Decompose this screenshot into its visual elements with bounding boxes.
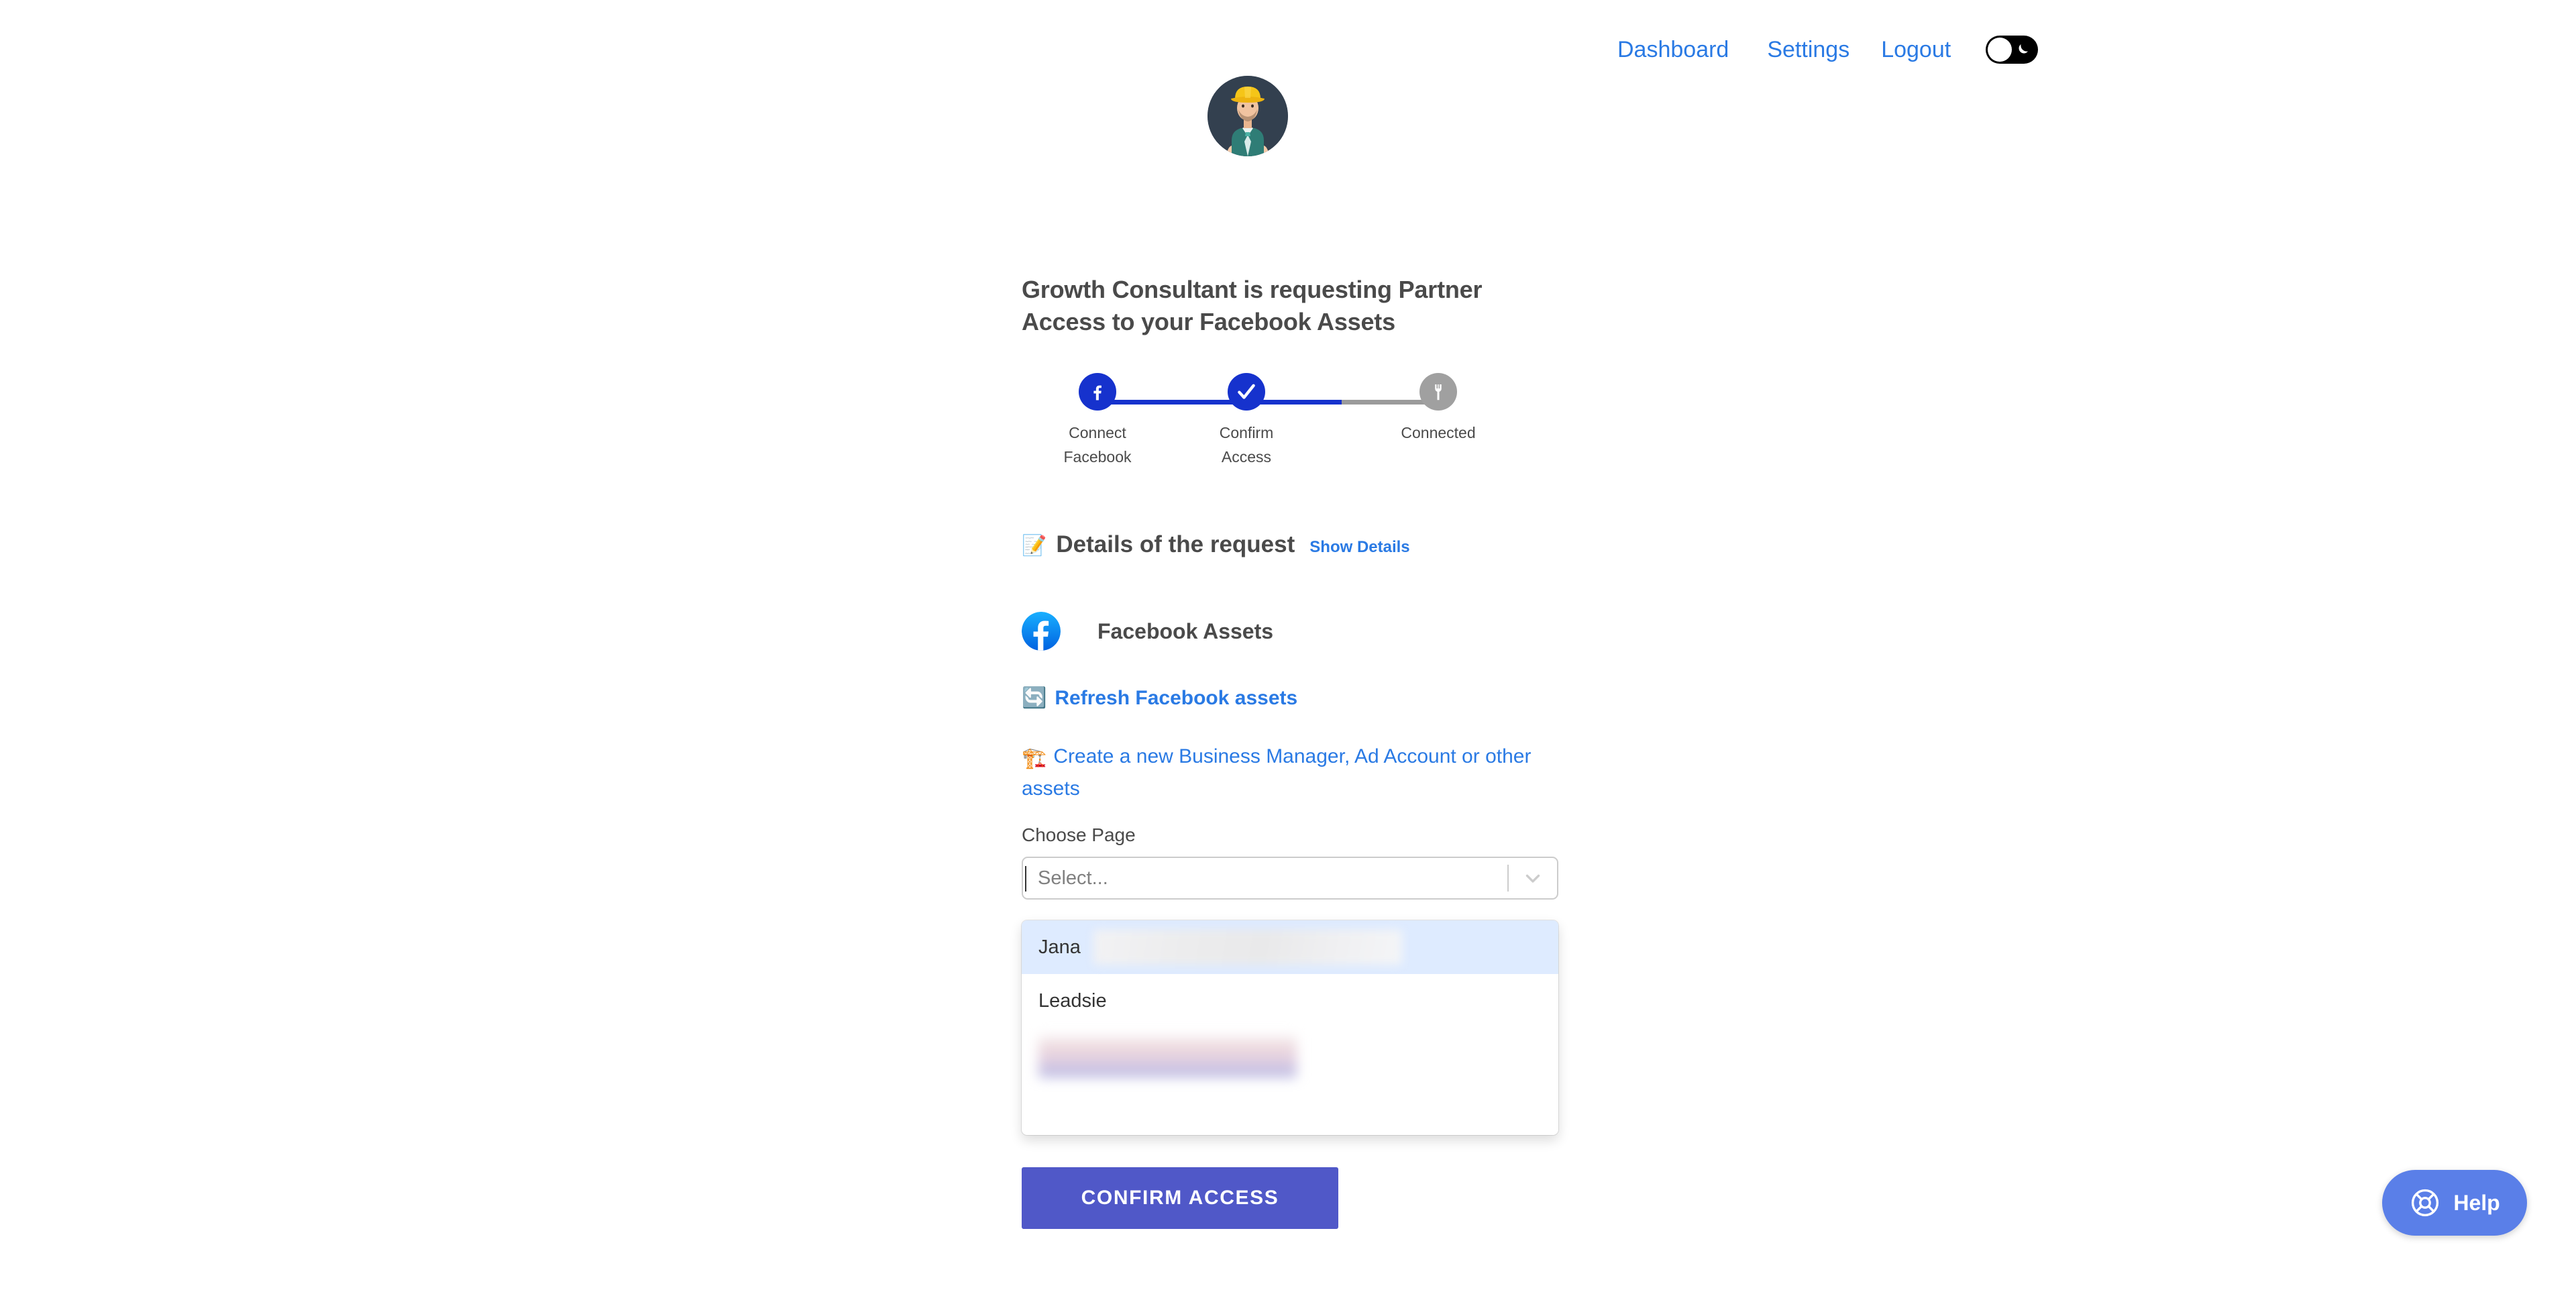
step-circle	[1228, 373, 1265, 411]
facebook-assets-title: Facebook Assets	[1097, 618, 1274, 643]
dark-mode-toggle[interactable]	[1986, 36, 2039, 64]
details-of-request: 📝 Details of the request Show Details	[1022, 531, 1410, 558]
stepper-step-confirm-access[interactable]: Confirm Access	[1206, 373, 1287, 469]
create-label: Create a new Business Manager, Ad Accoun…	[1022, 745, 1532, 800]
page-title: Growth Consultant is requesting Partner …	[1022, 276, 1483, 335]
progress-stepper: Connect Facebook Confirm Access Connecte…	[1052, 373, 1521, 494]
step-label: Confirm Access	[1219, 424, 1274, 466]
nav-link-logout[interactable]: Logout	[1881, 36, 1951, 63]
refresh-icon: 🔄	[1022, 687, 1047, 709]
help-widget[interactable]: Help	[2382, 1170, 2527, 1236]
choose-page-label: Choose Page	[1022, 824, 1136, 845]
page-root: Dashboard Settings Logout Growth Consult…	[0, 0, 2576, 1292]
option-label: Leadsie	[1038, 989, 1107, 1012]
refresh-facebook-assets-link[interactable]: 🔄 Refresh Facebook assets	[1022, 687, 1297, 710]
construction-icon: 🏗️	[1022, 747, 1047, 769]
avatar-illustration	[1208, 76, 1288, 156]
facebook-icon	[1093, 385, 1102, 400]
chevron-down-icon	[1525, 874, 1540, 883]
list-item[interactable]: Leadsie	[1022, 974, 1558, 1028]
create-new-assets-link[interactable]: 🏗️ Create a new Business Manager, Ad Acco…	[1022, 741, 1532, 805]
lifebuoy-icon	[2412, 1189, 2439, 1217]
show-details-link[interactable]: Show Details	[1309, 538, 1409, 557]
choose-page-dropdown-menu[interactable]: Jana Leadsie	[1022, 920, 1558, 1135]
step-circle	[1419, 373, 1457, 411]
details-title: Details of the request	[1056, 531, 1295, 557]
list-item[interactable]: Jana	[1022, 920, 1558, 974]
select-dropdown-arrow[interactable]	[1509, 867, 1557, 890]
refresh-label: Refresh Facebook assets	[1055, 687, 1298, 709]
text-cursor	[1025, 866, 1026, 892]
redacted-content	[1093, 930, 1402, 965]
plug-icon	[1435, 384, 1442, 400]
nav-link-dashboard[interactable]: Dashboard	[1617, 36, 1729, 63]
toggle-knob	[1988, 38, 2012, 62]
select-input-area[interactable]: Select...	[1023, 858, 1507, 898]
stepper-step-connected[interactable]: Connected	[1398, 373, 1479, 445]
memo-icon: 📝	[1022, 535, 1047, 557]
choose-page-select[interactable]: Select...	[1022, 857, 1558, 900]
step-label: Connected	[1401, 424, 1476, 441]
redacted-content	[1038, 1036, 1297, 1077]
check-icon	[1238, 384, 1255, 399]
stepper-step-connect-facebook[interactable]: Connect Facebook	[1057, 373, 1138, 469]
step-label: Connect Facebook	[1063, 424, 1132, 466]
option-label: Jana	[1038, 936, 1081, 958]
confirm-access-button[interactable]: CONFIRM ACCESS	[1022, 1167, 1338, 1229]
facebook-assets-section-header: Facebook Assets	[1022, 612, 1273, 651]
nav-link-settings[interactable]: Settings	[1767, 36, 1849, 63]
avatar	[1208, 76, 1288, 156]
top-navigation: Dashboard Settings Logout	[0, 30, 2576, 70]
select-placeholder: Select...	[1038, 867, 1108, 889]
help-label: Help	[2453, 1190, 2500, 1215]
moon-icon	[2019, 44, 2029, 54]
facebook-icon	[1022, 612, 1061, 651]
avatar-image	[1208, 76, 1288, 156]
step-circle	[1079, 373, 1116, 411]
